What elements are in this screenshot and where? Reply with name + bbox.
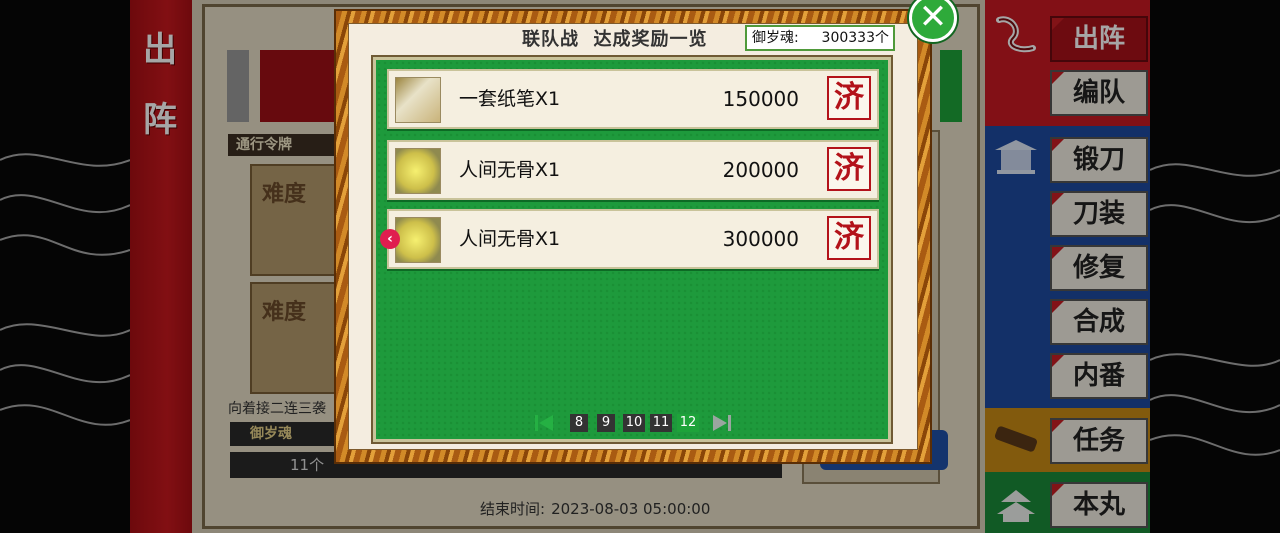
- soul-total-label: 御岁魂:: [752, 30, 799, 46]
- reward-name: 人间无骨X1: [459, 228, 561, 250]
- first-page-icon[interactable]: [533, 412, 555, 434]
- reward-points: 150000: [722, 87, 799, 111]
- page-button-12[interactable]: 12: [677, 414, 699, 432]
- claimed-stamp: 济: [827, 76, 871, 120]
- page-button-11[interactable]: 11: [650, 414, 672, 432]
- sword-icon: [395, 148, 441, 194]
- reward-points: 300000: [722, 227, 799, 251]
- modal-title: 联队战 达成奖励一览: [522, 29, 708, 50]
- reward-row: 一套纸笔X1 150000 济: [387, 69, 879, 129]
- soul-total-box: 御岁魂: 300333个: [745, 25, 895, 51]
- chevron-left-icon[interactable]: ‹: [380, 229, 400, 249]
- claimed-stamp: 济: [827, 147, 871, 191]
- last-page-icon[interactable]: [711, 412, 733, 434]
- page-button-10[interactable]: 10: [623, 414, 645, 432]
- reward-name: 一套纸笔X1: [459, 88, 561, 110]
- paper-set-icon: [395, 77, 441, 123]
- sword-icon: [395, 217, 441, 263]
- background-left: [0, 0, 130, 533]
- reward-points: 200000: [722, 158, 799, 182]
- page-button-8[interactable]: 8: [570, 414, 588, 432]
- page-button-9[interactable]: 9: [597, 414, 615, 432]
- background-right: [1150, 0, 1280, 533]
- reward-row: 人间无骨X1 300000 济: [387, 209, 879, 269]
- close-icon: ✕: [918, 0, 948, 37]
- reward-row: 人间无骨X1 200000 济: [387, 140, 879, 200]
- soul-total-value: 300333个: [821, 30, 889, 46]
- claimed-stamp: 济: [827, 216, 871, 260]
- reward-name: 人间无骨X1: [459, 159, 561, 181]
